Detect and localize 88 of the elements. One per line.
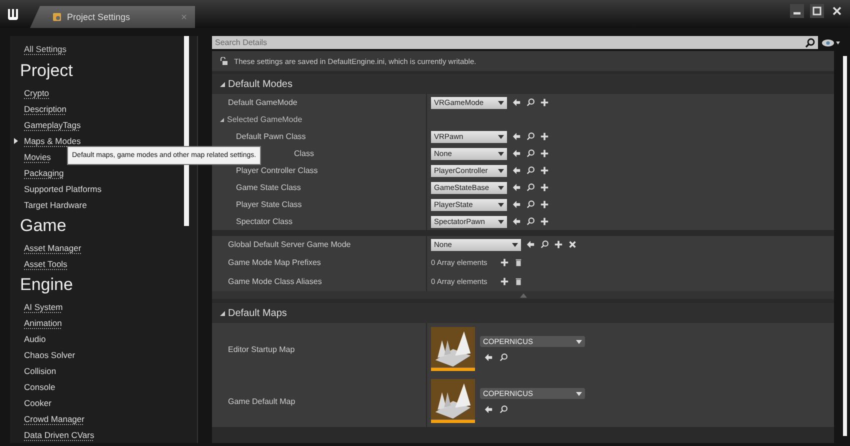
sidebar-item[interactable]: GameplayTags (24, 120, 81, 130)
engine-logo-icon[interactable] (6, 7, 20, 21)
sidebar-item[interactable]: Asset Tools (24, 259, 68, 269)
caret-icon (498, 168, 504, 172)
sidebar-item[interactable]: Chaos Solver (24, 350, 76, 360)
property-label: Player State Class (236, 200, 302, 209)
caret-icon (498, 186, 504, 190)
plus-icon[interactable] (540, 166, 549, 175)
maximize-icon[interactable] (808, 4, 826, 18)
scrollbar-thumb[interactable] (843, 56, 847, 436)
sidebar-item[interactable]: Supported Platforms (24, 184, 102, 194)
search-icon[interactable] (526, 166, 535, 175)
sidebar-item[interactable]: Crypto (24, 88, 50, 98)
property-label: Class (294, 149, 314, 158)
arrow-left-icon[interactable] (512, 98, 521, 107)
sidebar-item[interactable]: Crowd Manager (24, 414, 84, 424)
sidebar-item[interactable]: Animation (24, 318, 62, 328)
plus-icon[interactable] (554, 240, 563, 249)
property-label: Game Mode Map Prefixes (228, 258, 321, 267)
plus-icon[interactable] (500, 258, 509, 267)
sidebar-item[interactable]: Console (24, 382, 56, 392)
search-icon[interactable] (526, 98, 535, 107)
expand-arrow-icon (220, 310, 225, 316)
map-thumbnail[interactable] (431, 379, 475, 423)
plus-icon[interactable] (540, 183, 549, 192)
property-label: Game Default Map (228, 396, 296, 406)
search-icon[interactable] (526, 217, 535, 226)
sidebar-item[interactable]: Asset Manager (24, 243, 82, 253)
minimize-icon[interactable] (788, 4, 806, 18)
plus-icon[interactable] (500, 277, 509, 286)
caret-icon (498, 134, 504, 138)
property-label: Game Mode Class Aliases (228, 277, 322, 286)
section-header[interactable]: Default Maps (212, 303, 834, 323)
category-heading: Project (20, 61, 74, 81)
sidebar-item[interactable]: Audio (24, 334, 46, 344)
editor-tab[interactable]: Project Settings (30, 6, 195, 28)
search-icon[interactable] (526, 149, 535, 158)
sidebar-item[interactable]: Maps & Modes (24, 136, 81, 146)
plus-icon[interactable] (540, 217, 549, 226)
sidebar-item[interactable]: Description (24, 104, 67, 114)
caret-icon (576, 340, 582, 344)
caret-icon (498, 100, 504, 104)
plus-icon[interactable] (540, 98, 549, 107)
property-label: Default Pawn Class (236, 132, 306, 141)
search-icon[interactable] (526, 132, 535, 141)
property-label: Editor Startup Map (228, 344, 295, 354)
property-group-label: Selected GameMode (227, 115, 302, 124)
expand-arrow-icon[interactable] (220, 118, 224, 122)
search-icon[interactable] (526, 183, 535, 192)
sidebar-item[interactable]: Packaging (24, 168, 64, 178)
search-icon (805, 38, 815, 48)
plus-icon[interactable] (540, 132, 549, 141)
category-heading: Engine (20, 275, 74, 295)
search-icon[interactable] (540, 240, 549, 249)
map-thumbnail[interactable] (431, 327, 475, 371)
all-settings-link[interactable]: All Settings (24, 44, 67, 54)
section-header[interactable]: Default Modes (212, 74, 834, 94)
lock-icon (220, 57, 228, 65)
category-heading: Game (20, 216, 68, 236)
caret-icon (498, 152, 504, 156)
arrow-left-icon[interactable] (526, 240, 535, 249)
property-label: Global Default Server Game Mode (228, 240, 351, 249)
eye-icon[interactable] (822, 38, 840, 46)
arrow-left-icon[interactable] (484, 405, 493, 414)
search-icon[interactable] (499, 405, 508, 414)
plus-icon[interactable] (540, 149, 549, 158)
property-label: Game State Class (236, 183, 301, 192)
trash-icon[interactable] (514, 258, 523, 267)
sidebar-item[interactable]: Collision (24, 366, 56, 376)
sidebar-item[interactable]: AI System (24, 302, 63, 312)
search-icon[interactable] (499, 353, 508, 362)
property-label: Player Controller Class (236, 166, 318, 175)
arrow-left-icon[interactable] (484, 353, 493, 362)
sidebar-item[interactable]: Cooker (24, 398, 52, 408)
caret-icon (498, 202, 504, 206)
sidebar-item[interactable]: Target Hardware (24, 200, 87, 210)
caret-icon (498, 220, 504, 224)
trash-icon[interactable] (514, 277, 523, 286)
caret-icon (576, 392, 582, 396)
search-icon[interactable] (526, 200, 535, 209)
plus-icon[interactable] (540, 200, 549, 209)
sidebar-item[interactable]: Movies (24, 152, 51, 162)
expand-arrow-icon (220, 82, 225, 86)
sidebar-item[interactable]: Data Driven CVars (24, 430, 94, 440)
caret-icon (512, 242, 518, 246)
property-label: Spectator Class (236, 217, 292, 226)
property-label: Default GameMode (228, 98, 298, 107)
search-field[interactable]: Search Details (212, 36, 818, 49)
